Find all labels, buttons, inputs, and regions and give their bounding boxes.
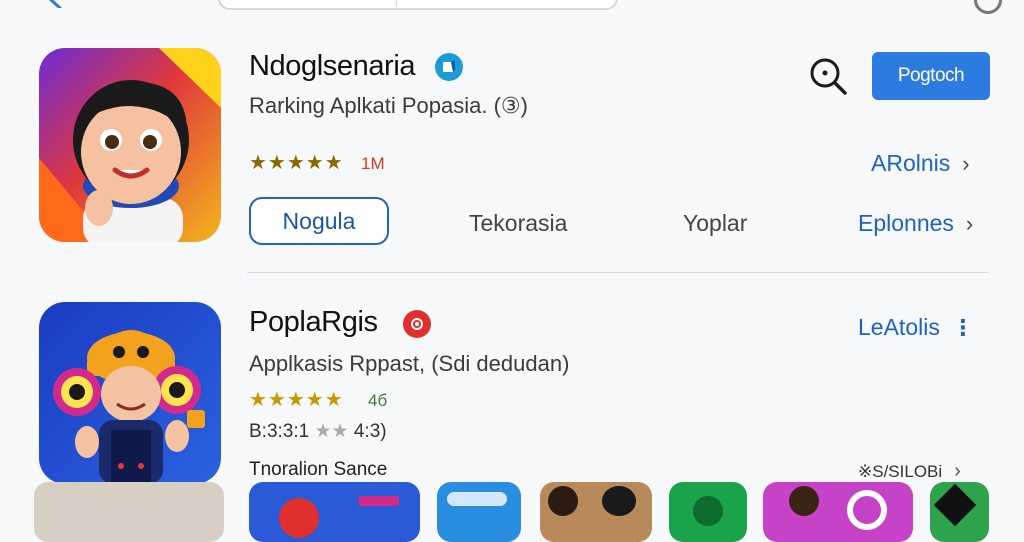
rating-stars: ★★★★★: [249, 389, 344, 411]
back-button[interactable]: [46, 0, 64, 10]
thumbnail-art: [933, 483, 977, 527]
search-icon: [810, 58, 847, 95]
more-link[interactable]: Eplonnes ›: [858, 210, 973, 237]
thumbnail[interactable]: [763, 482, 913, 542]
divider: [247, 272, 989, 273]
rating-count: 1M: [361, 154, 385, 173]
thumbnail[interactable]: [669, 482, 747, 542]
rating-stars: ★★★★★: [249, 152, 344, 174]
chip-tab[interactable]: Tekorasia: [469, 210, 567, 237]
section-title: Tnoralion Sance: [249, 459, 388, 480]
top-search-field[interactable]: [218, 0, 618, 10]
rating-value: 4б: [368, 391, 388, 410]
chevron-right-icon: ›: [965, 210, 974, 236]
get-button[interactable]: Pogtoch: [872, 52, 990, 100]
thumbnail-art: [359, 496, 399, 506]
app-link[interactable]: LeAtolis ⋮: [858, 314, 974, 341]
thumbnail[interactable]: [249, 482, 420, 542]
thumbnail[interactable]: [437, 482, 521, 542]
chip-tab[interactable]: Yoplar: [683, 210, 747, 237]
thumbnail-art: [693, 496, 723, 526]
secondary-rating-label: B:3:3:1: [249, 421, 310, 442]
thumbnail-art: [847, 490, 887, 530]
search-field-divider: [396, 0, 397, 6]
thumbnail[interactable]: [34, 482, 224, 542]
more-vertical-icon: ⋮: [951, 314, 974, 340]
thumbnail-art: [447, 492, 507, 506]
thumbnail[interactable]: [540, 482, 652, 542]
thumbnail-art: [279, 498, 319, 538]
app-subtitle: Rarking Aplkati Popasia. (③): [249, 93, 528, 118]
account-icon[interactable]: [974, 0, 1002, 14]
chip-selected[interactable]: Nogula: [249, 197, 389, 245]
award-badge-icon: [403, 310, 431, 338]
app-link-label: ARolnis: [871, 150, 951, 176]
app-subtitle: Applkasis Rppast, (Sdi dedudan): [249, 351, 570, 376]
secondary-rating-value: 4:3): [353, 421, 387, 442]
secondary-rating: B:3:3:1 ★★ 4:3): [249, 420, 387, 443]
app-title: PoplaRgis: [249, 306, 378, 338]
chevron-left-icon: [48, 0, 62, 10]
verified-badge-icon: [435, 53, 463, 81]
app-link-label: LeAtolis: [858, 314, 940, 340]
cartoon-character-icon: [39, 302, 221, 484]
section-see-all-label: ※S/SILOBi: [858, 461, 943, 481]
thumbnail[interactable]: [930, 482, 989, 542]
app-icon-ndoglsenaria[interactable]: [39, 48, 221, 242]
app-icon-poplargis[interactable]: [39, 302, 221, 484]
search-button[interactable]: [806, 54, 850, 98]
secondary-rating-stars: ★★: [314, 421, 349, 442]
cartoon-boy-icon: [39, 48, 221, 242]
section-see-all[interactable]: ※S/SILOBi ›: [858, 460, 961, 483]
app-link[interactable]: ARolnis ›: [871, 150, 970, 177]
more-link-label: Eplonnes: [858, 210, 954, 236]
chevron-right-icon: ›: [954, 460, 961, 482]
app-title: Ndoglsenaria: [249, 50, 416, 82]
chevron-right-icon: ›: [962, 150, 970, 176]
